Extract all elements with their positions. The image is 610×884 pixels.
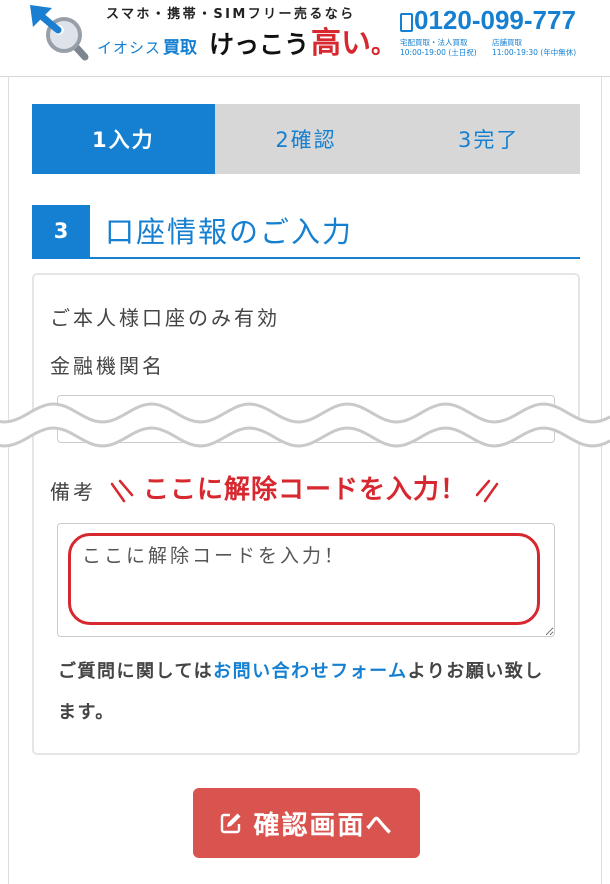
logo-link[interactable]: スマホ・携帯・SIMフリー売るなら イオシス 買取 けっこう 高い 。 xyxy=(0,0,395,76)
contact-form-link[interactable]: お問い合わせフォーム xyxy=(213,661,407,682)
callout-right-deco xyxy=(475,479,499,503)
slogan-period: 。 xyxy=(371,31,396,59)
phone-link[interactable]: 0120-099-777 xyxy=(398,4,584,36)
hours-store: 店舗買取 11:00-19:30 (年中無休) xyxy=(492,38,576,58)
brand-name: イオシス xyxy=(97,39,162,57)
step-indicator: 1入力 2確認 3完了 xyxy=(32,104,581,174)
account-form: ご本人様口座のみ有効 金融機関名 備考 ここに解除コードを入力！ ここに解除コー… xyxy=(32,273,580,755)
step-confirm: 2確認 xyxy=(214,104,398,174)
brand-service: 買取 xyxy=(163,38,198,58)
hours-time: 10:00-19:00 (土日祝) xyxy=(400,48,477,57)
section-title: 口座情報のご入力 xyxy=(105,215,354,249)
torn-edge-fill xyxy=(0,404,610,446)
edit-icon xyxy=(221,813,241,834)
confirm-button[interactable]: 確認画面へ xyxy=(193,788,420,858)
bank-label: 金融機関名 xyxy=(50,354,165,378)
remarks-textarea[interactable]: ここに解除コードを入力！ xyxy=(57,523,555,637)
hours-label: 宅配買取・法人買取 xyxy=(400,38,468,47)
step-complete: 3完了 xyxy=(397,104,581,174)
phone-icon xyxy=(400,13,413,32)
phone-number: 0120-099-777 xyxy=(414,5,576,35)
slogan-main: けっこう xyxy=(209,30,310,59)
section-heading: 3 口座情報のご入力 xyxy=(32,205,580,259)
hours-label: 店舗買取 xyxy=(492,38,522,47)
confirm-button-label: 確認画面へ xyxy=(253,810,394,841)
help-text-prefix: ご質問に関しては xyxy=(58,661,214,682)
remarks-callout: ここに解除コードを入力！ xyxy=(108,473,501,507)
account-note: ご本人様口座のみ有効 xyxy=(50,306,280,330)
help-text: ご質問に関してはお問い合わせフォームよりお願い致します。 xyxy=(58,651,562,733)
hours-time: 11:00-19:30 (年中無休) xyxy=(492,48,577,57)
slogan-accent: 高い xyxy=(311,26,372,61)
business-hours: 宅配買取・法人買取 10:00-19:00 (土日祝) 店舗買取 11:00-1… xyxy=(400,38,576,58)
brand-slogan: イオシス 買取 けっこう 高い 。 xyxy=(97,25,395,63)
torn-edge-divider xyxy=(0,402,610,448)
hours-delivery: 宅配買取・法人買取 10:00-19:00 (土日祝) xyxy=(400,38,492,58)
site-header: スマホ・携帯・SIMフリー売るなら イオシス 買取 けっこう 高い 。 0120… xyxy=(0,0,610,77)
remarks-label: 備考 xyxy=(50,480,96,504)
step-input: 1入力 xyxy=(32,104,215,174)
section-number: 3 xyxy=(32,205,90,257)
callout-text: ここに解除コードを入力！ xyxy=(143,475,468,505)
callout-left-deco xyxy=(110,479,134,503)
tagline: スマホ・携帯・SIMフリー売るなら xyxy=(106,7,356,22)
magnifier-arrow-icon xyxy=(28,3,90,61)
